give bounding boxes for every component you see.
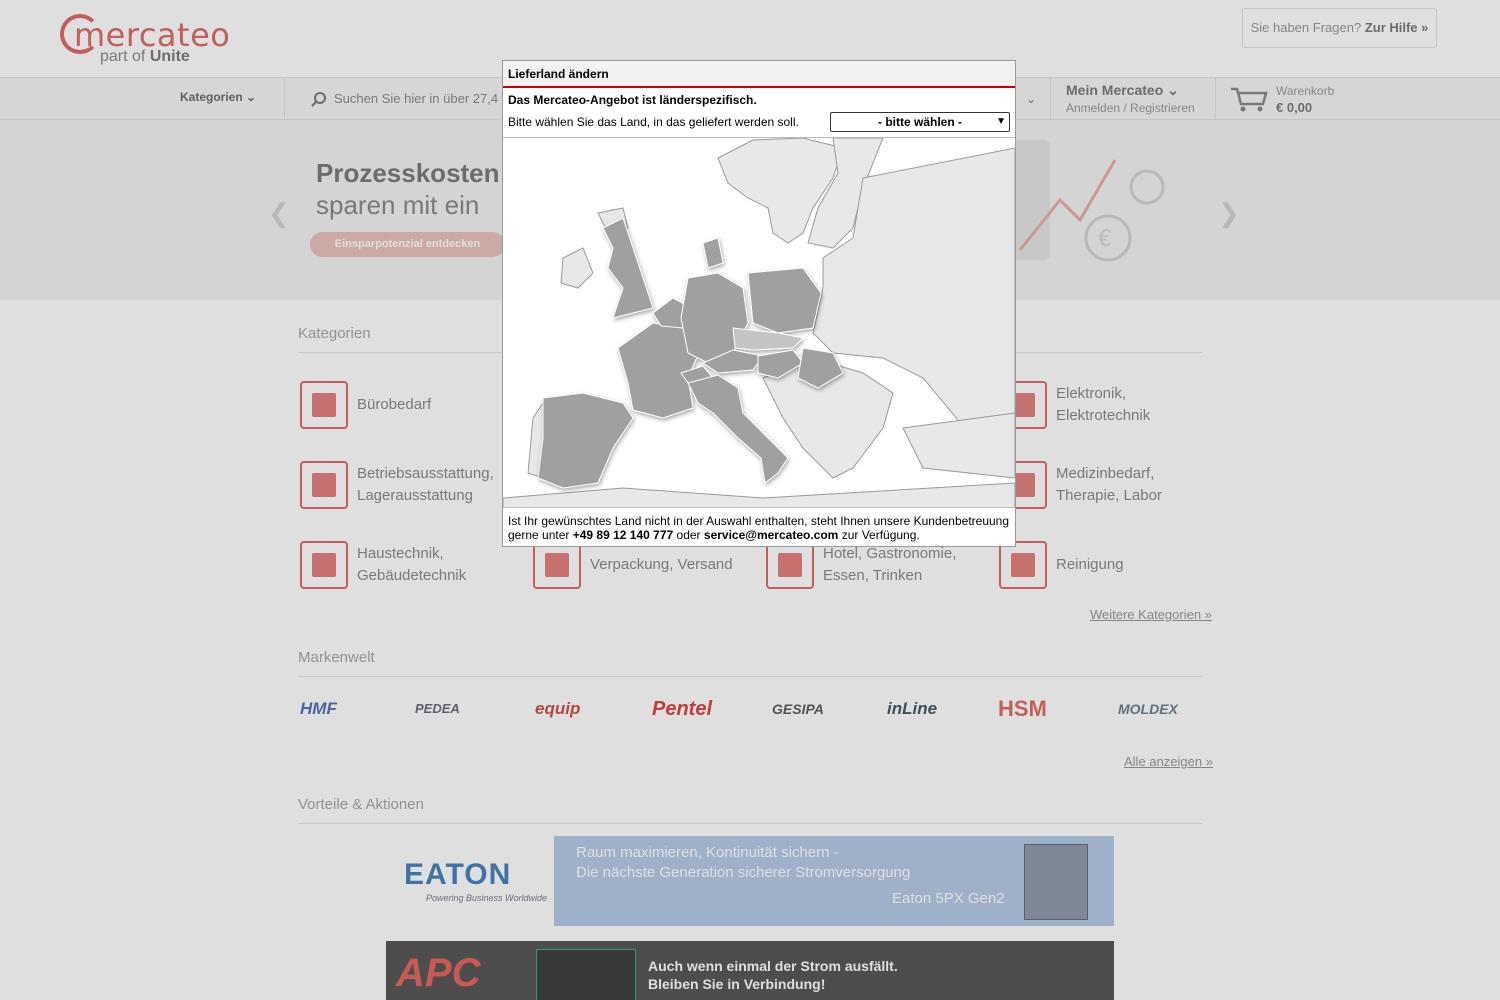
delivery-country-dialog: Lieferland ändern Das Mercateo-Angebot i… bbox=[502, 60, 1016, 547]
map-country-uk[interactable] bbox=[602, 217, 654, 319]
europe-map-svg bbox=[503, 138, 1015, 507]
dialog-footer-note: Ist Ihr gewünschtes Land nicht in der Au… bbox=[508, 514, 1010, 542]
dialog-headline: Das Mercateo-Angebot ist länderspezifisc… bbox=[508, 93, 757, 107]
chevron-down-icon: ▼ bbox=[996, 116, 1006, 127]
dialog-title: Lieferland ändern bbox=[503, 61, 1015, 88]
dialog-prompt: Bitte wählen Sie das Land, in das gelief… bbox=[508, 115, 799, 129]
support-phone[interactable]: +49 89 12 140 777 bbox=[573, 528, 673, 542]
europe-map[interactable] bbox=[503, 137, 1015, 508]
support-email[interactable]: service@mercateo.com bbox=[704, 528, 838, 542]
map-region-north-africa bbox=[503, 482, 1015, 507]
map-country-germany[interactable] bbox=[680, 272, 749, 364]
map-region-ireland bbox=[560, 247, 594, 289]
map-country-denmark[interactable] bbox=[702, 237, 724, 269]
map-country-poland[interactable] bbox=[747, 267, 822, 334]
map-country-spain[interactable] bbox=[537, 392, 634, 489]
country-select-value: - bitte wählen - bbox=[878, 115, 962, 129]
country-select[interactable]: - bitte wählen - ▼ bbox=[830, 112, 1010, 132]
map-region-turkey bbox=[902, 412, 1015, 479]
